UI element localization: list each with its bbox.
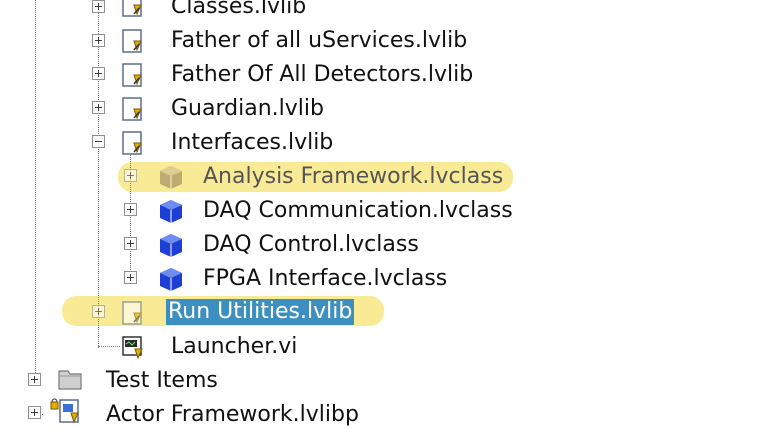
- packed-library-icon: [50, 396, 88, 424]
- tree-item-label[interactable]: Interfaces.lvlib: [171, 130, 333, 156]
- class-cube-icon: [158, 198, 184, 224]
- expand-toggle[interactable]: [28, 373, 41, 386]
- expand-toggle[interactable]: [92, 0, 105, 13]
- library-icon: [120, 130, 146, 156]
- library-icon: [120, 0, 146, 18]
- vi-icon: [120, 334, 146, 360]
- tree-item-label[interactable]: Father of all uServices.lvlib: [171, 28, 467, 54]
- tree-item-label[interactable]: Launcher.vi: [171, 334, 297, 360]
- collapse-toggle[interactable]: [92, 135, 105, 148]
- tree-line: [98, 0, 99, 348]
- expand-toggle[interactable]: [92, 67, 105, 80]
- library-icon: [120, 62, 146, 88]
- tree-item-label[interactable]: Father Of All Detectors.lvlib: [171, 62, 473, 88]
- class-cube-icon: [158, 266, 184, 292]
- expand-toggle[interactable]: [124, 271, 137, 284]
- library-icon: [120, 300, 146, 326]
- tree-line: [35, 0, 36, 385]
- expand-toggle[interactable]: [92, 34, 105, 47]
- library-icon: [120, 28, 146, 54]
- tree-item-label[interactable]: FPGA Interface.lvclass: [203, 266, 447, 292]
- expand-toggle[interactable]: [124, 169, 137, 182]
- class-cube-icon: [158, 164, 184, 190]
- class-cube-icon: [158, 232, 184, 258]
- tree-line: [98, 346, 120, 347]
- expand-toggle[interactable]: [92, 101, 105, 114]
- tree-item-label[interactable]: Test Items: [106, 368, 218, 394]
- tree-item-label[interactable]: Analysis Framework.lvclass: [203, 164, 503, 190]
- project-tree: Classes.lvlib Father of all uServices.lv…: [0, 0, 768, 429]
- tree-item-label[interactable]: DAQ Communication.lvclass: [203, 198, 513, 224]
- tree-item-label[interactable]: Classes.lvlib: [171, 0, 306, 20]
- library-icon: [120, 96, 146, 122]
- folder-icon: [56, 366, 82, 392]
- tree-item-label-selected[interactable]: Run Utilities.lvlib: [166, 299, 355, 325]
- expand-toggle[interactable]: [28, 406, 41, 419]
- tree-item-label[interactable]: Actor Framework.lvlibp: [106, 402, 359, 428]
- tree-item-label[interactable]: Guardian.lvlib: [171, 96, 324, 122]
- expand-toggle[interactable]: [92, 305, 105, 318]
- tree-item-label[interactable]: DAQ Control.lvclass: [203, 232, 419, 258]
- expand-toggle[interactable]: [124, 237, 137, 250]
- expand-toggle[interactable]: [124, 203, 137, 216]
